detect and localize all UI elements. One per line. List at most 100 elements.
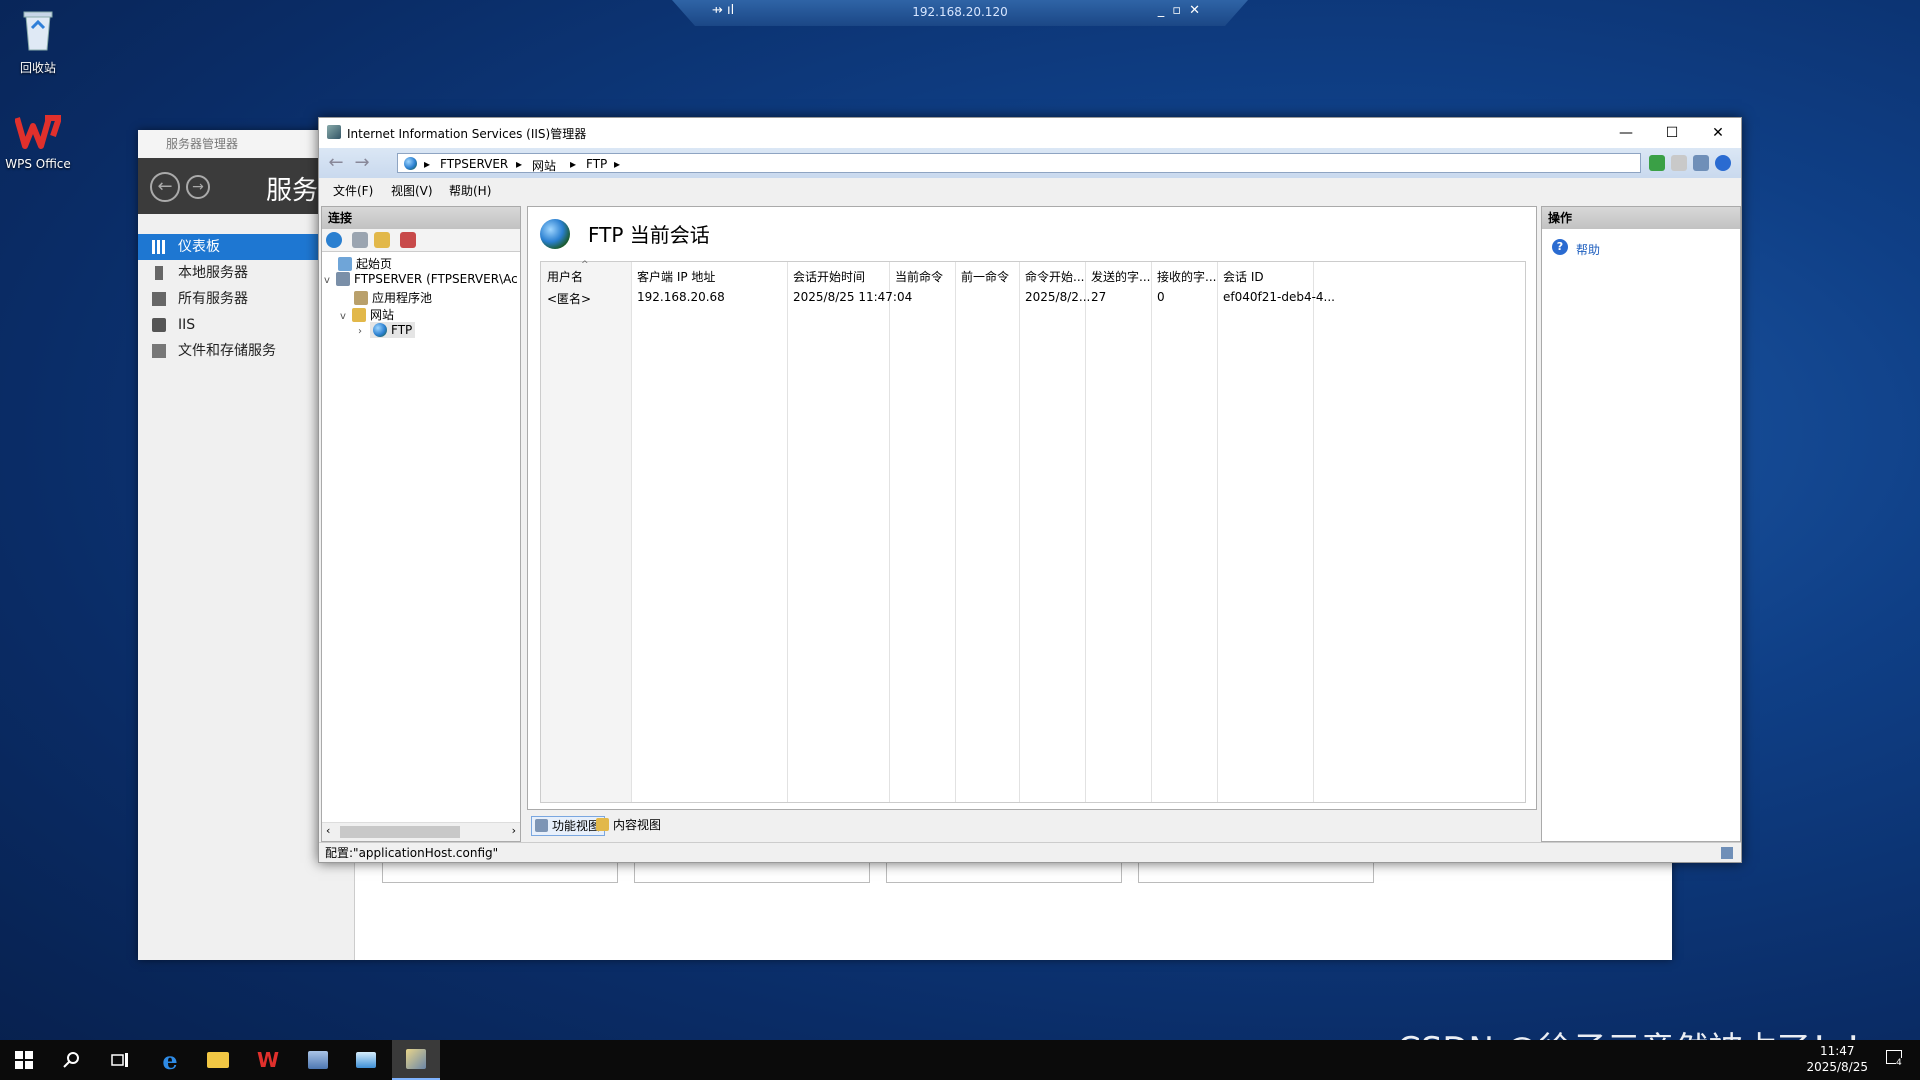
- chevron-right-icon[interactable]: ›: [358, 326, 370, 337]
- search-button[interactable]: [48, 1040, 96, 1080]
- status-text: 配置:"applicationHost.config": [325, 846, 499, 860]
- scroll-thumb[interactable]: [340, 826, 460, 838]
- folder-icon: [207, 1052, 229, 1068]
- forward-icon[interactable]: →: [186, 175, 210, 199]
- taskbar-wps[interactable]: W: [244, 1040, 292, 1080]
- column-header[interactable]: 前一命令: [961, 268, 1009, 285]
- minimize-button[interactable]: —: [1603, 118, 1649, 148]
- menu-help[interactable]: 帮助(H): [449, 182, 491, 199]
- breadcrumb-item[interactable]: FTP: [586, 157, 607, 171]
- servers-icon: [152, 292, 166, 306]
- breadcrumb-item[interactable]: 网站: [532, 157, 556, 174]
- server-icon: [336, 272, 350, 286]
- menu-view[interactable]: 视图(V): [391, 182, 433, 199]
- tree-item-label: FTP: [391, 323, 413, 337]
- tree-item-label: 起始页: [356, 257, 393, 271]
- remote-session-bar[interactable]: ⇸ ıl 192.168.20.120 _▫✕: [672, 0, 1248, 26]
- chevron-right-icon: ▸: [516, 157, 523, 171]
- forward-icon[interactable]: →: [351, 153, 373, 173]
- recycle-bin-icon: [23, 11, 53, 51]
- save-icon[interactable]: [352, 232, 368, 248]
- taskbar-explorer[interactable]: [194, 1040, 242, 1080]
- table-cell[interactable]: <匿名>: [547, 290, 591, 307]
- scroll-right-icon[interactable]: ›: [512, 824, 516, 837]
- table-cell[interactable]: 0: [1157, 290, 1165, 304]
- connect-icon[interactable]: [326, 232, 342, 248]
- horizontal-scrollbar[interactable]: ‹ ›: [322, 822, 520, 841]
- column-header[interactable]: 用户名: [547, 268, 583, 285]
- tree-item-app-pools[interactable]: 应用程序池: [354, 289, 432, 306]
- app-pool-icon: [354, 291, 368, 305]
- column-divider: [955, 262, 956, 802]
- notification-button[interactable]: 4: [1886, 1050, 1906, 1070]
- sites-folder-icon: [352, 308, 366, 322]
- desktop-icon-label: WPS Office: [5, 157, 71, 171]
- internet-explorer-icon: e: [162, 1045, 178, 1075]
- start-button[interactable]: [0, 1040, 48, 1080]
- chevron-right-icon: ▸: [614, 157, 621, 171]
- taskbar-ie[interactable]: e: [146, 1040, 194, 1080]
- view-tabs: 功能视图 内容视图: [527, 812, 1537, 838]
- help-icon[interactable]: [1715, 155, 1731, 171]
- back-icon[interactable]: ←: [325, 153, 347, 173]
- tree-item-label: 应用程序池: [372, 291, 433, 305]
- folder-up-icon[interactable]: [374, 232, 390, 248]
- stop-icon[interactable]: [1671, 155, 1687, 171]
- wps-icon: W: [256, 1048, 280, 1072]
- table-cell[interactable]: 192.168.20.68: [637, 290, 725, 304]
- column-header[interactable]: 会话 ID: [1223, 268, 1264, 285]
- close-button[interactable]: ✕: [1695, 118, 1741, 148]
- column-header[interactable]: 当前命令: [895, 268, 943, 285]
- remote-window-controls[interactable]: _▫✕: [1158, 3, 1208, 18]
- maximize-button[interactable]: ☐: [1649, 118, 1695, 148]
- iis-icon: [406, 1049, 426, 1069]
- network-status-icon: [1721, 847, 1733, 859]
- first-column-background: [541, 262, 631, 802]
- tree-item-start-page[interactable]: 起始页: [338, 255, 392, 272]
- iis-manager-window[interactable]: Internet Information Services (IIS)管理器 —…: [318, 117, 1742, 863]
- column-divider: [1085, 262, 1086, 802]
- desktop-icon-recycle-bin[interactable]: 回收站: [0, 8, 76, 76]
- refresh-icon[interactable]: [1649, 155, 1665, 171]
- tab-content-view[interactable]: 内容视图: [593, 816, 665, 834]
- table-cell[interactable]: 2025/8/25 11:47:04: [793, 290, 912, 304]
- table-cell[interactable]: 2025/8/2...: [1025, 290, 1090, 304]
- notification-count: 4: [1896, 1058, 1902, 1068]
- back-icon[interactable]: ←: [150, 172, 180, 202]
- column-header[interactable]: 接收的字...: [1157, 268, 1216, 285]
- table-cell[interactable]: 27: [1091, 290, 1106, 304]
- column-header[interactable]: 会话开始时间: [793, 268, 865, 285]
- help-link[interactable]: 帮助: [1576, 241, 1600, 258]
- remote-desktop-icon: [356, 1052, 376, 1068]
- taskbar-clock[interactable]: 11:47 2025/8/25: [1806, 1043, 1868, 1075]
- connections-panel: 连接 起始页 v FTPSERVER (FTPSERVER\Ac 应用程序池 v 网…: [321, 206, 521, 842]
- taskbar-iis[interactable]: [392, 1040, 440, 1080]
- dashboard-tile: [1138, 860, 1374, 883]
- tree-item-ftp[interactable]: › FTP: [358, 322, 416, 338]
- breadcrumb-item[interactable]: FTPSERVER: [440, 157, 508, 171]
- tree-item-server[interactable]: v FTPSERVER (FTPSERVER\Ac: [324, 272, 518, 286]
- content-view-icon: [596, 818, 609, 831]
- column-header[interactable]: 命令开始...: [1025, 268, 1084, 285]
- disconnect-icon[interactable]: [400, 232, 416, 248]
- task-view-button[interactable]: [96, 1040, 144, 1080]
- menu-file[interactable]: 文件(F): [333, 182, 373, 199]
- tree-item-sites[interactable]: v 网站: [340, 306, 394, 323]
- dashboard-tile: [382, 860, 618, 883]
- taskbar-rdp[interactable]: [342, 1040, 390, 1080]
- taskbar-server-manager[interactable]: [294, 1040, 342, 1080]
- desktop-icon-wps-office[interactable]: WPS Office: [0, 114, 76, 171]
- chevron-down-icon[interactable]: v: [324, 275, 336, 286]
- desktop-icon-label: 回收站: [19, 61, 56, 75]
- scroll-left-icon[interactable]: ‹: [326, 824, 330, 837]
- sessions-table[interactable]: 用户名 ^ 客户端 IP 地址 会话开始时间 当前命令 前一命令 命令开始...…: [540, 260, 1526, 803]
- breadcrumb[interactable]: ▸ FTPSERVER ▸ 网站 ▸ FTP ▸: [397, 153, 1641, 173]
- column-header[interactable]: 客户端 IP 地址: [637, 268, 715, 285]
- table-cell[interactable]: ef040f21-deb4-4...: [1223, 290, 1335, 304]
- column-header[interactable]: 发送的字...: [1091, 268, 1150, 285]
- taskbar: e W 11:47 2025/8/25 4: [0, 1040, 1920, 1080]
- title-bar[interactable]: Internet Information Services (IIS)管理器 —…: [319, 118, 1741, 148]
- home-icon[interactable]: [1693, 155, 1709, 171]
- chevron-down-icon[interactable]: v: [340, 311, 352, 322]
- iis-app-icon: [327, 125, 341, 139]
